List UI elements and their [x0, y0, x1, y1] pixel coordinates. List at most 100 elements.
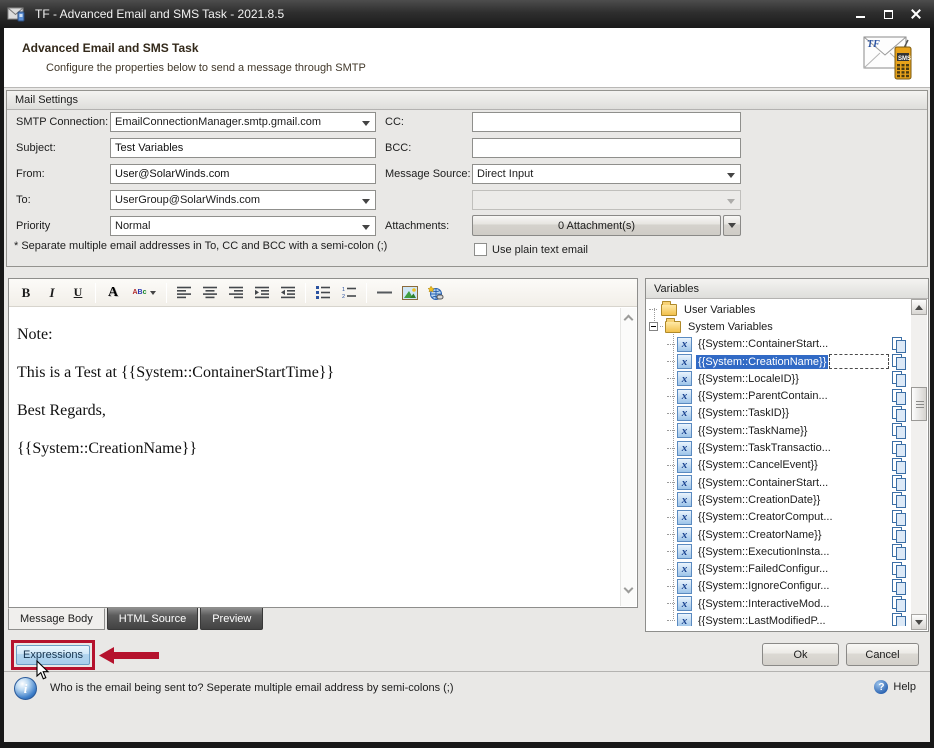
variable-item[interactable]: x{{System::TaskID}} [647, 405, 911, 422]
scroll-down-icon[interactable] [624, 584, 634, 594]
variable-label: {{System::ExecutionInsta... [696, 545, 831, 559]
scroll-down-button[interactable] [911, 614, 927, 630]
variable-item[interactable]: x{{System::CreationDate}} [647, 491, 911, 508]
numbered-list-button[interactable]: 12 [337, 282, 361, 304]
align-center-button[interactable] [198, 282, 222, 304]
font-color-button[interactable]: ABc [127, 282, 161, 304]
folder-user-variables[interactable]: User Variables [647, 301, 911, 318]
dialog-header: Advanced Email and SMS Task Configure th… [4, 28, 930, 88]
attachments-dropdown-button[interactable] [723, 215, 741, 236]
copy-icon[interactable] [892, 562, 906, 577]
font-color-icon: ABc [132, 289, 146, 296]
minimize-button[interactable] [854, 8, 866, 20]
copy-icon[interactable] [892, 527, 906, 542]
message-source-combo[interactable]: Direct Input [472, 164, 741, 184]
message-paragraph: Note: [17, 325, 613, 344]
variable-item[interactable]: x{{System::CreatorName}} [647, 526, 911, 543]
variable-item[interactable]: x{{System::TaskTransactio... [647, 439, 911, 456]
tab-html-source[interactable]: HTML Source [107, 608, 198, 630]
variable-icon: x [677, 613, 692, 626]
insert-image-button[interactable] [398, 282, 422, 304]
subject-input[interactable] [110, 138, 376, 158]
align-left-button[interactable] [172, 282, 196, 304]
variable-item[interactable]: x{{System::LastModifiedP... [647, 612, 911, 626]
to-combo[interactable]: UserGroup@SolarWinds.com [110, 190, 376, 210]
variables-tree-items: x{{System::ContainerStart...x{{System::C… [647, 336, 911, 626]
copy-icon[interactable] [892, 406, 906, 421]
scroll-up-button[interactable] [911, 299, 927, 315]
folder-system-variables[interactable]: System Variables [647, 318, 911, 335]
bullet-list-button[interactable] [311, 282, 335, 304]
ok-button[interactable]: Ok [762, 643, 839, 666]
attachments-button[interactable]: 0 Attachment(s) [472, 215, 721, 236]
variable-icon: x [677, 423, 692, 438]
variable-item[interactable]: x{{System::ContainerStart... [647, 474, 911, 491]
underline-button[interactable]: U [66, 282, 90, 304]
from-input[interactable] [110, 164, 376, 184]
bold-button[interactable]: B [14, 282, 38, 304]
copy-icon[interactable] [892, 423, 906, 438]
font-button[interactable]: A [101, 282, 125, 304]
variable-icon: x [677, 371, 692, 386]
message-body-editor[interactable]: Note: This is a Test at {{System::Contai… [10, 308, 620, 606]
align-right-button[interactable] [224, 282, 248, 304]
tab-message-body[interactable]: Message Body [8, 608, 105, 630]
variable-item[interactable]: x{{System::ExecutionInsta... [647, 543, 911, 560]
cancel-button[interactable]: Cancel [846, 643, 919, 666]
copy-icon[interactable] [892, 389, 906, 404]
tree-connector [667, 620, 675, 621]
variable-item[interactable]: x{{System::CreatorComput... [647, 509, 911, 526]
variable-item[interactable]: x{{System::TaskName}} [647, 422, 911, 439]
close-button[interactable] [910, 8, 922, 20]
smtp-connection-combo[interactable]: EmailConnectionManager.smtp.gmail.com [110, 112, 376, 132]
tree-connector [667, 482, 675, 483]
copy-icon[interactable] [892, 458, 906, 473]
collapse-expander-icon[interactable] [649, 322, 658, 331]
horizontal-rule-button[interactable] [372, 282, 396, 304]
tree-connector [667, 448, 675, 449]
svg-text:SMS: SMS [898, 56, 911, 62]
cc-input[interactable] [472, 112, 741, 132]
help-label: Help [893, 681, 916, 693]
copy-icon[interactable] [892, 371, 906, 386]
numbered-list-icon: 12 [342, 286, 357, 299]
copy-icon[interactable] [892, 354, 906, 369]
variable-item[interactable]: x{{System::ContainerStart... [647, 336, 911, 353]
variable-icon: x [677, 492, 692, 507]
copy-icon[interactable] [892, 441, 906, 456]
copy-icon[interactable] [892, 492, 906, 507]
maximize-button[interactable] [882, 8, 894, 20]
variable-item[interactable]: x{{System::CreationName}} [647, 353, 911, 370]
priority-combo[interactable]: Normal [110, 216, 376, 236]
maximize-icon [884, 10, 893, 19]
insert-link-button[interactable] [424, 282, 448, 304]
copy-icon[interactable] [892, 579, 906, 594]
italic-button[interactable]: I [40, 282, 64, 304]
variable-item[interactable]: x{{System::ParentContain... [647, 387, 911, 404]
outdent-button[interactable] [276, 282, 300, 304]
variable-item[interactable]: x{{System::LocaleID}} [647, 370, 911, 387]
copy-icon[interactable] [892, 613, 906, 626]
editor-scrollbar[interactable] [620, 308, 636, 606]
bcc-input[interactable] [472, 138, 741, 158]
chevron-down-icon [362, 199, 370, 204]
plain-text-checkbox[interactable] [474, 243, 487, 256]
tab-preview[interactable]: Preview [200, 608, 263, 630]
scrollbar-thumb[interactable] [911, 387, 927, 421]
copy-icon[interactable] [892, 510, 906, 525]
indent-button[interactable] [250, 282, 274, 304]
scroll-up-icon[interactable] [624, 315, 634, 325]
variable-item[interactable]: x{{System::CancelEvent}} [647, 457, 911, 474]
indent-icon [255, 286, 270, 299]
help-button[interactable]: ? Help [874, 680, 916, 694]
variables-scrollbar[interactable] [911, 299, 927, 630]
copy-icon[interactable] [892, 337, 906, 352]
copy-icon[interactable] [892, 596, 906, 611]
scroll-down-icon [915, 620, 923, 625]
variable-item[interactable]: x{{System::InteractiveMod... [647, 595, 911, 612]
copy-icon[interactable] [892, 475, 906, 490]
smtp-connection-value: EmailConnectionManager.smtp.gmail.com [115, 116, 321, 128]
variable-item[interactable]: x{{System::IgnoreConfigur... [647, 578, 911, 595]
copy-icon[interactable] [892, 544, 906, 559]
variable-item[interactable]: x{{System::FailedConfigur... [647, 560, 911, 577]
